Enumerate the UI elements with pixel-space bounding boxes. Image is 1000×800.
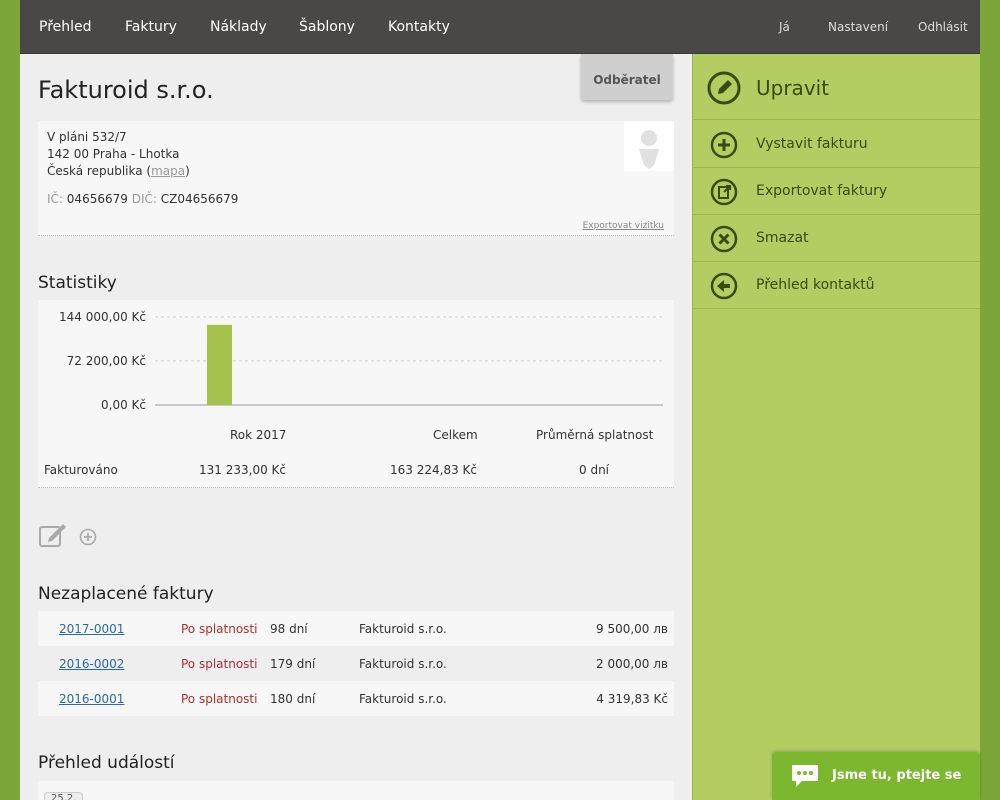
top-nav: Přehled Faktury Náklady Šablony Kontakty… xyxy=(20,0,980,54)
invoice-status: Po splatnosti xyxy=(181,622,258,636)
y-tick-label: 0,00 Kč xyxy=(101,398,146,412)
unpaid-invoices: 2017-0001 Po splatnosti 98 dní Fakturoid… xyxy=(38,611,674,716)
invoice-days: 180 dní xyxy=(270,692,316,706)
address-city: 142 00 Praha - Lhotka xyxy=(47,147,180,161)
invoice-client: Fakturoid s.r.o. xyxy=(359,692,447,706)
chart-bar xyxy=(207,324,232,405)
nav-templates[interactable]: Šablony xyxy=(299,0,355,54)
map-link[interactable]: mapa xyxy=(151,164,185,178)
sidebar: Upravit Vystavit fakturu Exportovat fakt… xyxy=(692,54,980,800)
plus-circle-icon[interactable] xyxy=(79,528,97,550)
role-badge: Odběratel xyxy=(581,54,673,100)
invoice-number-link[interactable]: 2016-0001 xyxy=(59,692,124,706)
invoice-client: Fakturoid s.r.o. xyxy=(359,657,447,671)
y-tick-label: 144 000,00 Kč xyxy=(59,310,146,324)
stats-col-avg: Průměrná splatnost xyxy=(536,428,654,442)
stats-year-value: 131 233,00 Kč xyxy=(199,463,286,477)
sidebar-item-contacts[interactable]: Přehled kontaktů xyxy=(693,262,980,309)
nav-invoices[interactable]: Faktury xyxy=(125,0,177,54)
country-close: ) xyxy=(185,164,190,178)
invoice-days: 179 dní xyxy=(270,657,316,671)
event-date-chip: 25.2. xyxy=(44,792,84,800)
events-title: Přehled událostí xyxy=(38,753,175,773)
invoice-client: Fakturoid s.r.o. xyxy=(359,622,447,636)
main-content: Fakturoid s.r.o. Odběratel V pláni 532/7… xyxy=(20,54,692,800)
address-street: V pláni 532/7 xyxy=(47,130,127,144)
sidebar-edit[interactable]: Upravit xyxy=(693,54,980,120)
table-row: 2017-0001 Po splatnosti 98 dní Fakturoid… xyxy=(38,611,674,646)
sidebar-edit-label: Upravit xyxy=(756,76,830,100)
sidebar-item-delete[interactable]: Smazat xyxy=(693,215,980,262)
events-panel: 25.2. xyxy=(38,781,674,800)
person-placeholder-icon xyxy=(639,130,659,169)
stats-chart: 0,00 Kč 72 200,00 Kč 144 000,00 Kč xyxy=(59,310,663,412)
sidebar-item-new-invoice[interactable]: Vystavit fakturu xyxy=(693,121,980,168)
invoice-amount: 2 000,00 лв xyxy=(596,657,668,671)
unpaid-title: Nezaplacené faktury xyxy=(38,584,214,604)
sidebar-item-export[interactable]: Exportovat faktury xyxy=(693,168,980,215)
sidebar-item-label: Exportovat faktury xyxy=(756,183,888,199)
app-frame: Přehled Faktury Náklady Šablony Kontakty… xyxy=(20,0,980,800)
stats-title: Statistiky xyxy=(38,273,117,293)
stats-row-label: Fakturováno xyxy=(44,463,118,477)
nav-me[interactable]: Já xyxy=(779,0,790,54)
stats-avg-value: 0 dní xyxy=(579,463,610,477)
dic-label: DIČ: xyxy=(131,192,157,206)
x-circle-icon xyxy=(710,225,738,257)
avatar xyxy=(624,121,674,171)
nav-contacts[interactable]: Kontakty xyxy=(388,0,450,54)
invoice-amount: 4 319,83 Kč xyxy=(596,692,668,706)
nav-expenses[interactable]: Náklady xyxy=(210,0,267,54)
invoice-days: 98 dní xyxy=(270,622,308,636)
plus-circle-icon xyxy=(710,131,738,163)
invoice-status: Po splatnosti xyxy=(181,657,258,671)
edit-note-icon[interactable] xyxy=(39,522,67,552)
arrow-left-circle-icon xyxy=(710,272,738,304)
address-country: Česká republika (mapa) xyxy=(47,163,190,180)
nav-settings[interactable]: Nastavení xyxy=(828,0,888,54)
address-block: V pláni 532/7 142 00 Praha - Lhotka Česk… xyxy=(47,129,190,180)
country-text: Česká republika ( xyxy=(47,164,152,178)
chat-label: Jsme tu, ptejte se xyxy=(832,768,962,783)
page-title: Fakturoid s.r.o. xyxy=(38,76,214,104)
invoice-number-link[interactable]: 2016-0002 xyxy=(59,657,124,671)
ic-label: IČ: xyxy=(47,192,63,206)
dic-value: CZ04656679 xyxy=(160,192,239,206)
nav-logout[interactable]: Odhlásit xyxy=(918,0,968,54)
stats-panel: 0,00 Kč 72 200,00 Kč 144 000,00 Kč Rok 201… xyxy=(38,300,674,488)
export-card-link[interactable]: Exportovat vizitku xyxy=(583,221,664,231)
table-row: 2016-0002 Po splatnosti 179 dní Fakturoi… xyxy=(38,646,674,681)
export-icon xyxy=(710,178,738,210)
ic-value: 04656679 xyxy=(66,192,128,206)
pencil-circle-icon xyxy=(707,71,741,109)
table-row: 2016-0001 Po splatnosti 180 dní Fakturoi… xyxy=(38,681,674,716)
nav-overview[interactable]: Přehled xyxy=(39,0,92,54)
invoice-amount: 9 500,00 лв xyxy=(596,622,668,636)
sidebar-item-label: Přehled kontaktů xyxy=(756,277,875,293)
invoice-status: Po splatnosti xyxy=(181,692,258,706)
stats-total-value: 163 224,83 Kč xyxy=(390,463,477,477)
chat-bubble-icon xyxy=(790,763,820,793)
sidebar-item-label: Smazat xyxy=(756,230,809,246)
stats-col-year: Rok 2017 xyxy=(230,428,287,442)
stats-col-total: Celkem xyxy=(433,428,478,442)
invoice-number-link[interactable]: 2017-0001 xyxy=(59,622,124,636)
company-ids: IČ: 04656679 DIČ: CZ04656679 xyxy=(47,192,238,206)
chat-button[interactable]: Jsme tu, ptejte se xyxy=(772,752,980,800)
y-tick-label: 72 200,00 Kč xyxy=(67,354,146,368)
sidebar-item-label: Vystavit fakturu xyxy=(756,136,868,152)
contact-card: V pláni 532/7 142 00 Praha - Lhotka Česk… xyxy=(38,121,674,236)
